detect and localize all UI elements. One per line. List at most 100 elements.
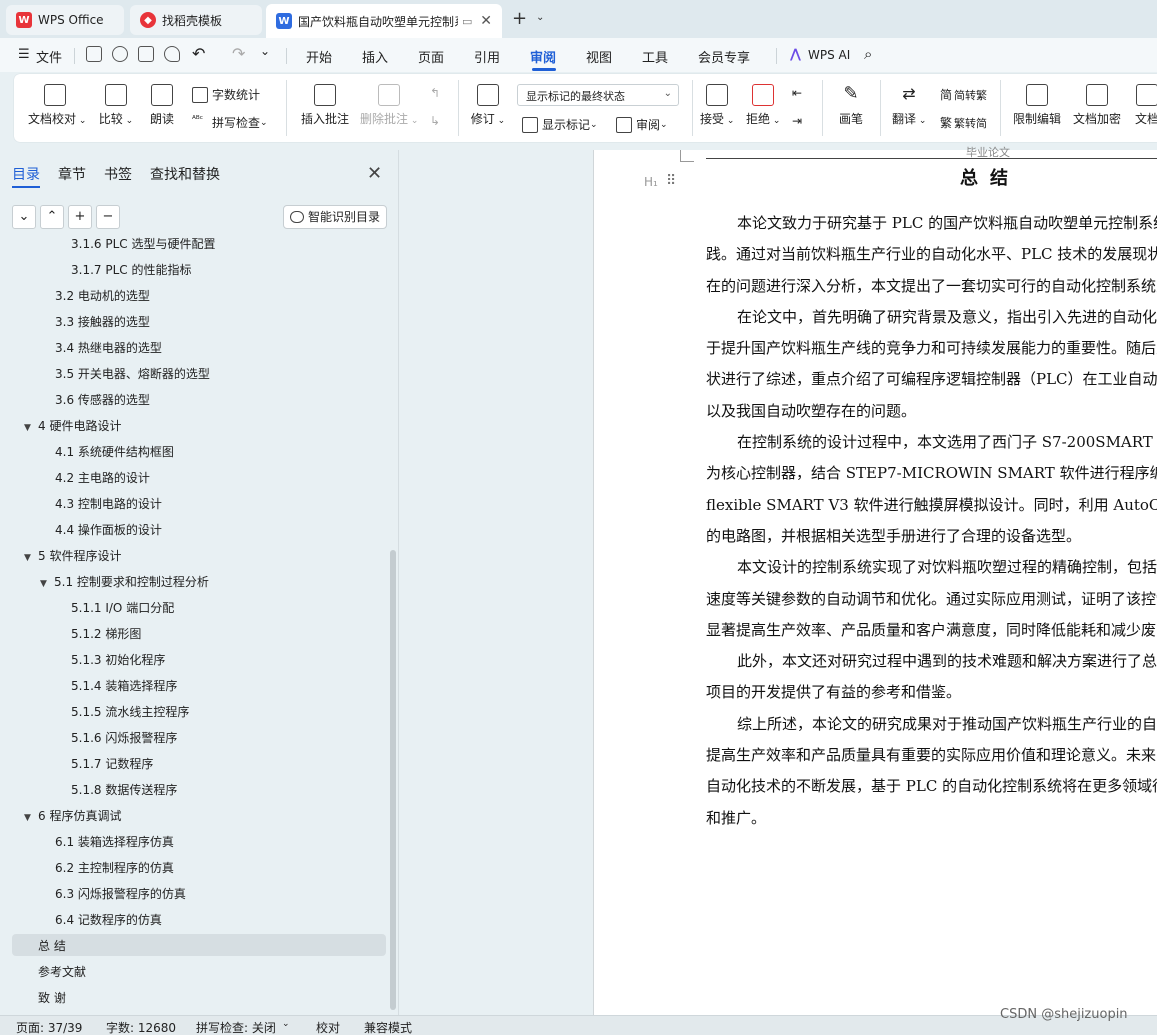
chevron-up-icon[interactable]: ⌃: [40, 205, 64, 229]
menu-member[interactable]: 会员专享: [698, 47, 750, 66]
toc-item[interactable]: 3.5 开关电器、熔断器的选型: [55, 365, 210, 382]
toc-item[interactable]: 5.1.6 闪烁报警程序: [71, 729, 177, 746]
collapse-chevron-down-icon[interactable]: ⌄: [12, 205, 36, 229]
nav-tab-toc[interactable]: 目录: [12, 164, 40, 184]
toc-item[interactable]: ▼ 5.1 控制要求和控制过程分析: [40, 573, 209, 590]
share-icon[interactable]: [112, 46, 128, 62]
toc-item[interactable]: 4.1 系统硬件结构框图: [55, 443, 174, 460]
minus-icon[interactable]: −: [96, 205, 120, 229]
nav-tab-chapter[interactable]: 章节: [58, 164, 86, 184]
toc-item[interactable]: 3.3 接触器的选型: [55, 313, 150, 330]
menu-wps-ai[interactable]: WPS AI: [808, 48, 850, 62]
toc-item[interactable]: 5.1.4 装箱选择程序: [71, 677, 177, 694]
toc-item[interactable]: ▼ 6 程序仿真调试: [24, 807, 121, 824]
toc-item[interactable]: 5.1.7 记数程序: [71, 755, 153, 772]
toc-item[interactable]: 6.4 记数程序的仿真: [55, 911, 162, 928]
toc-item[interactable]: 3.6 传感器的选型: [55, 391, 150, 408]
toc-item[interactable]: 致 谢: [38, 989, 66, 1006]
toc-item[interactable]: 3.4 热继电器的选型: [55, 339, 162, 356]
toc-item[interactable]: 6.2 主控制程序的仿真: [55, 859, 174, 876]
redo-icon[interactable]: ↷: [232, 44, 245, 63]
close-icon[interactable]: ✕: [367, 163, 382, 184]
tab-template[interactable]: ◆ 找稻壳模板: [130, 5, 262, 35]
print-preview-icon[interactable]: [164, 46, 180, 62]
toc-item[interactable]: 5.1.5 流水线主控程序: [71, 703, 189, 720]
toc-item[interactable]: 5.1.3 初始化程序: [71, 651, 165, 668]
toc-item[interactable]: 3.1.6 PLC 选型与硬件配置: [71, 236, 215, 252]
pen-button[interactable]: ✎ 画笔: [836, 84, 866, 127]
toc-item[interactable]: 3.1.7 PLC 的性能指标: [71, 261, 191, 278]
toc-item[interactable]: 5.1.2 梯形图: [71, 625, 141, 642]
expand-triangle-icon[interactable]: ▼: [24, 553, 38, 563]
toc-item[interactable]: 5.1.1 I/O 端口分配: [71, 599, 174, 616]
menu-insert[interactable]: 插入: [362, 47, 388, 66]
tab-document[interactable]: W 国产饮料瓶自动吹塑单元控制系 ▭ ✕: [266, 4, 502, 38]
menu-start[interactable]: 开始: [306, 47, 332, 66]
markup-state-select[interactable]: 显示标记的最终状态 ⌄: [517, 84, 679, 106]
show-markup-button[interactable]: 显示标记 ⌄: [522, 116, 598, 133]
toc-item[interactable]: ▼ 5 软件程序设计: [24, 547, 121, 564]
delete-comment-button[interactable]: 删除批注 ⌄: [360, 84, 418, 127]
expand-triangle-icon[interactable]: ▼: [40, 579, 54, 589]
toc-item[interactable]: 总 结: [12, 934, 386, 956]
search-icon[interactable]: ⌕: [864, 45, 872, 63]
screen-icon[interactable]: ▭: [462, 15, 472, 28]
nav-tab-find-replace[interactable]: 查找和替换: [150, 164, 220, 184]
new-tab-plus-icon[interactable]: +: [512, 8, 527, 29]
compare-button[interactable]: 比较 ⌄: [98, 84, 134, 127]
revise-button[interactable]: 修订 ⌄: [470, 84, 506, 127]
prev-comment-icon[interactable]: ↰: [430, 86, 440, 100]
toc-scrollbar[interactable]: [390, 550, 396, 1010]
translate-button[interactable]: ⇄ 翻译 ⌄: [892, 84, 926, 127]
to-traditional-button[interactable]: 简 简转繁: [940, 86, 987, 103]
page-indicator[interactable]: 页面: 37/39: [16, 1019, 82, 1035]
to-simplified-button[interactable]: 繁 繁转简: [940, 114, 987, 131]
proof-status[interactable]: 校对: [316, 1019, 340, 1035]
toc-item[interactable]: 6.3 闪烁报警程序的仿真: [55, 885, 186, 902]
word-count-button[interactable]: 字数统计: [192, 86, 260, 103]
toc-item[interactable]: ▼ 4 硬件电路设计: [24, 417, 121, 434]
doc-check-button[interactable]: 文档校对 ⌄: [28, 84, 86, 127]
restrict-edit-button[interactable]: 限制编辑: [1012, 84, 1062, 127]
reject-button[interactable]: 拒绝 ⌄: [746, 84, 780, 127]
review-pane-button[interactable]: 审阅 ⌄: [616, 116, 668, 133]
next-comment-icon[interactable]: ↳: [430, 114, 440, 128]
spell-check-button[interactable]: ᴬᴮᶜ 拼写检查 ⌄: [192, 114, 268, 131]
accept-button[interactable]: 接受 ⌄: [700, 84, 734, 127]
menu-view[interactable]: 视图: [586, 47, 612, 66]
tab-wps-office[interactable]: W WPS Office: [6, 5, 124, 35]
hamburger-icon[interactable]: ☰: [18, 47, 30, 62]
insert-comment-button[interactable]: 插入批注: [300, 84, 350, 127]
next-change-icon[interactable]: ⇥: [792, 114, 802, 128]
toc-item[interactable]: 6.1 装箱选择程序仿真: [55, 833, 174, 850]
menu-review[interactable]: 审阅: [530, 47, 556, 66]
menu-page[interactable]: 页面: [418, 47, 444, 66]
expand-triangle-icon[interactable]: ▼: [24, 423, 38, 433]
wps-ai-icon[interactable]: ⋀: [790, 47, 801, 62]
toc-item[interactable]: 5.1.8 数据传送程序: [71, 781, 177, 798]
menu-reference[interactable]: 引用: [474, 47, 500, 66]
toc-item[interactable]: 4.3 控制电路的设计: [55, 495, 162, 512]
save-icon[interactable]: [86, 46, 102, 62]
toc-item[interactable]: 4.2 主电路的设计: [55, 469, 150, 486]
spell-check-status[interactable]: 拼写检查: 关闭: [196, 1019, 276, 1035]
toc-item[interactable]: 3.2 电动机的选型: [55, 287, 150, 304]
prev-change-icon[interactable]: ⇤: [792, 86, 802, 100]
chevron-down-icon[interactable]: ⌄: [282, 1019, 290, 1029]
menu-tools[interactable]: 工具: [642, 47, 668, 66]
close-icon[interactable]: ✕: [480, 13, 492, 29]
smart-toc-button[interactable]: 智能识别目录: [283, 205, 387, 229]
doc-more-button[interactable]: 文档: [1132, 84, 1157, 127]
heading-level-icon[interactable]: H₁: [644, 175, 658, 189]
chevron-down-icon[interactable]: ⌄: [536, 12, 544, 23]
word-count[interactable]: 字数: 12680: [106, 1019, 176, 1035]
print-icon[interactable]: [138, 46, 154, 62]
doc-encrypt-button[interactable]: 文档加密: [1072, 84, 1122, 127]
menu-file[interactable]: 文件: [36, 47, 62, 66]
nav-tab-bookmark[interactable]: 书签: [104, 164, 132, 184]
toc-item[interactable]: 4.4 操作面板的设计: [55, 521, 162, 538]
read-aloud-button[interactable]: 朗读: [148, 84, 176, 127]
drag-handle-icon[interactable]: ⠿: [666, 173, 676, 189]
plus-icon[interactable]: +: [68, 205, 92, 229]
toc-item[interactable]: 参考文献: [38, 963, 86, 980]
